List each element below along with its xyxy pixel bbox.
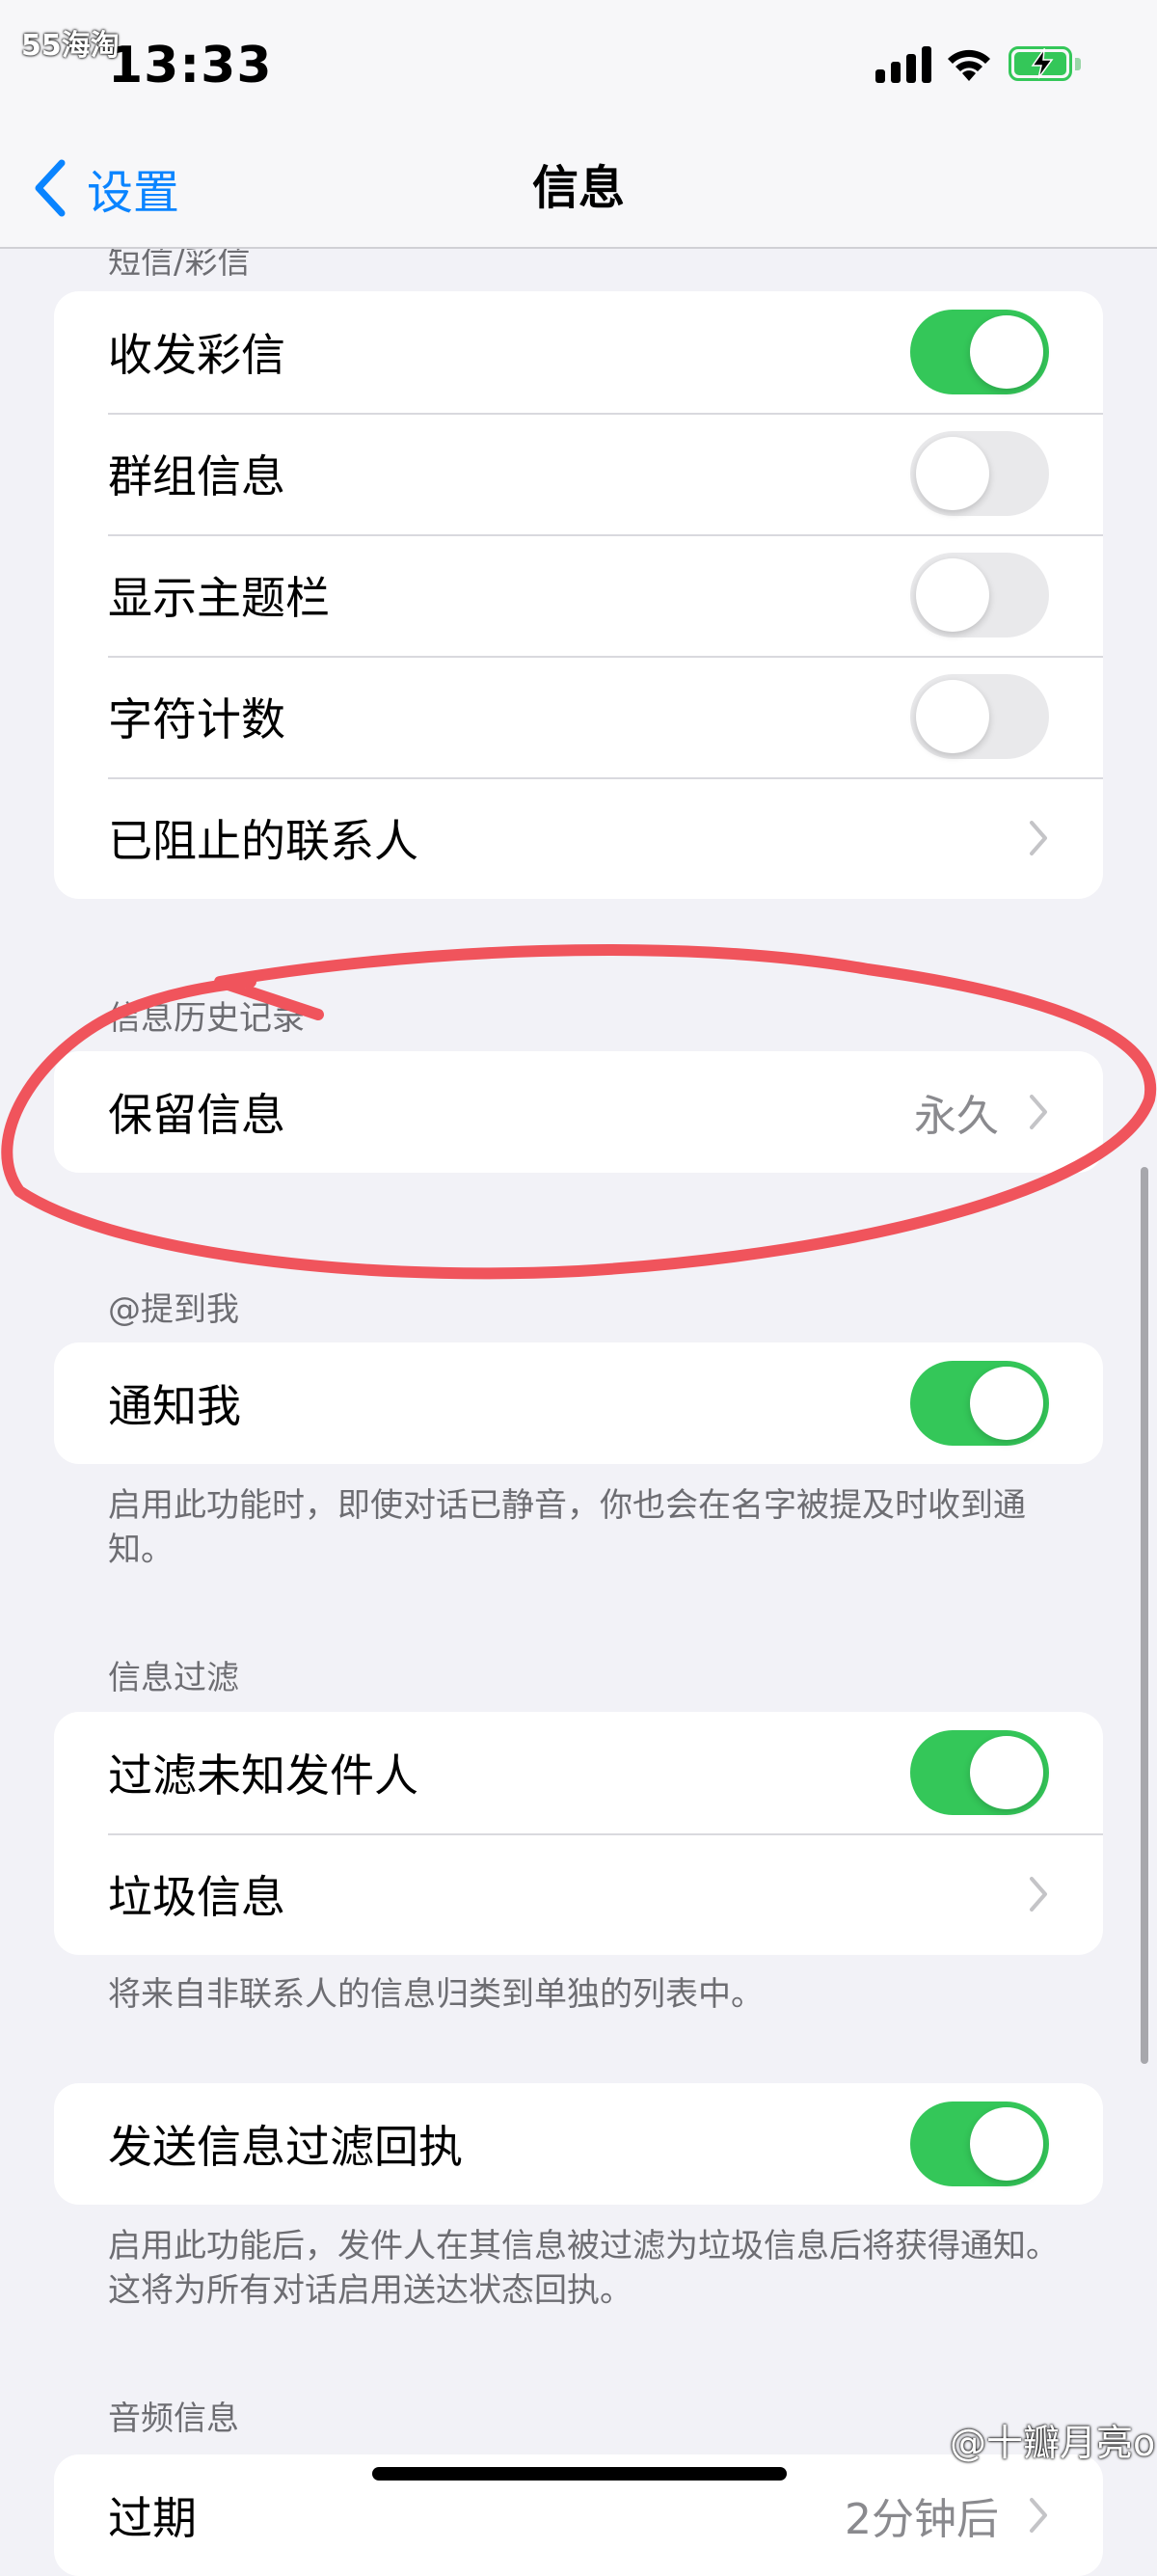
chevron-right-icon — [1030, 2498, 1047, 2533]
row-label: 通知我 — [108, 1380, 241, 1432]
row-label: 已阻止的联系人 — [108, 815, 418, 867]
message-filtering-group: 过滤未知发件人 垃圾信息 — [54, 1712, 1103, 1955]
row-blocked-contacts[interactable]: 已阻止的联系人 — [54, 777, 1103, 899]
row-mms-messaging: 收发彩信 — [54, 291, 1103, 413]
mms-messaging-toggle[interactable] — [910, 310, 1049, 394]
chevron-right-icon — [1030, 821, 1047, 855]
watermark-bottom: @十瓣月亮o — [950, 2422, 1156, 2464]
character-count-toggle[interactable] — [910, 674, 1049, 759]
row-group-messaging: 群组信息 — [54, 413, 1103, 534]
chevron-right-icon — [1030, 1877, 1047, 1912]
row-filter-unknown-senders: 过滤未知发件人 — [54, 1712, 1103, 1833]
message-history-group: 保留信息 永久 — [54, 1051, 1103, 1173]
show-subject-field-toggle[interactable] — [910, 553, 1049, 637]
cellular-signal-icon — [875, 46, 931, 83]
row-label: 收发彩信 — [108, 329, 285, 381]
row-label: 发送信息过滤回执 — [108, 2121, 463, 2173]
row-junk[interactable]: 垃圾信息 — [54, 1833, 1103, 1955]
section-header-mentions: @提到我 — [108, 1290, 239, 1329]
mentions-group: 通知我 — [54, 1342, 1103, 1464]
home-indicator[interactable] — [372, 2467, 787, 2481]
send-filter-receipts-toggle[interactable] — [910, 2101, 1049, 2186]
row-send-filter-receipts: 发送信息过滤回执 — [54, 2083, 1103, 2205]
row-notify-me: 通知我 — [54, 1342, 1103, 1464]
row-label: 过滤未知发件人 — [108, 1749, 418, 1802]
expire-value: 2分钟后 — [845, 2495, 999, 2544]
row-label: 保留信息 — [108, 1089, 285, 1141]
keep-messages-value: 永久 — [914, 1092, 999, 1141]
status-time: 13:33 — [108, 37, 273, 95]
row-label: 过期 — [108, 2492, 197, 2544]
chevron-right-icon — [1030, 1095, 1047, 1129]
filtering-footer: 将来自非联系人的信息归类到单独的列表中。 — [108, 1975, 764, 2014]
filter-unknown-senders-toggle[interactable] — [910, 1730, 1049, 1815]
mentions-footer: 启用此功能时，即使对话已静音，你也会在名字被提及时收到通知。 — [108, 1486, 1026, 1569]
row-show-subject-field: 显示主题栏 — [54, 534, 1103, 656]
row-label: 显示主题栏 — [108, 572, 330, 624]
page-title: 信息 — [531, 161, 625, 215]
group-messaging-toggle[interactable] — [910, 431, 1049, 516]
battery-charging-icon — [1009, 46, 1082, 83]
notify-me-toggle[interactable] — [910, 1361, 1049, 1446]
filter-receipts-footer: 启用此功能后，发件人在其信息被过滤为垃圾信息后将获得通知。这将为所有对话启用送达… — [108, 2227, 1059, 2310]
section-header-message-filtering: 信息过滤 — [108, 1659, 239, 1697]
sms-mms-group: 收发彩信 群组信息 显示主题栏 字符计数 已阻止的联系人 — [54, 291, 1103, 899]
section-header-audio-messages: 音频信息 — [108, 2400, 239, 2438]
section-header-message-history: 信息历史记录 — [108, 999, 305, 1038]
filter-receipts-group: 发送信息过滤回执 — [54, 2083, 1103, 2205]
row-character-count: 字符计数 — [54, 656, 1103, 777]
scrollbar[interactable] — [1141, 1167, 1148, 2064]
row-label: 垃圾信息 — [108, 1871, 285, 1923]
wifi-icon — [948, 49, 990, 81]
watermark-top: 55海淘 — [21, 29, 120, 63]
navigation-bar: 55海淘 13:33 设置 信息 — [0, 0, 1157, 249]
row-label: 字符计数 — [108, 693, 285, 746]
row-keep-messages[interactable]: 保留信息 永久 — [54, 1051, 1103, 1173]
row-label: 群组信息 — [108, 450, 285, 502]
